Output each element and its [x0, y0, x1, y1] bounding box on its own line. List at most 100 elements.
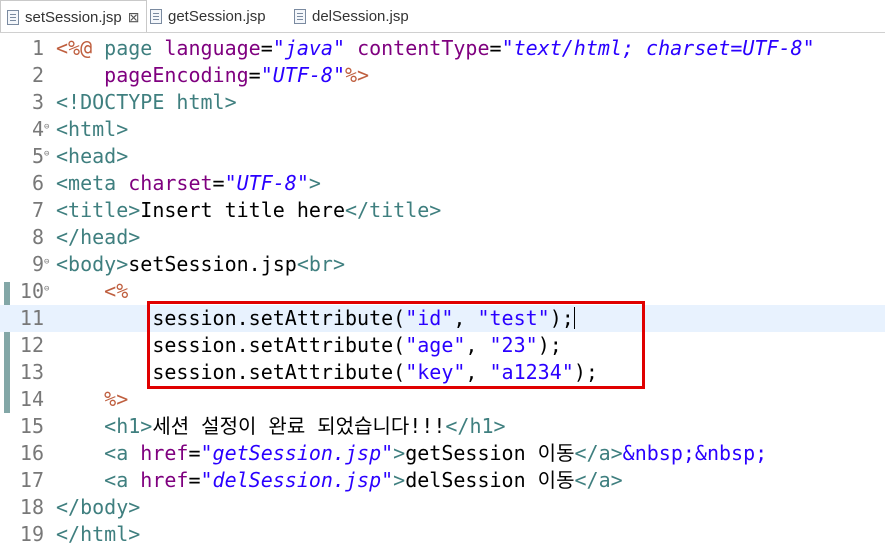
- code-line[interactable]: 16 <a href="getSession.jsp">getSession 이…: [0, 440, 885, 467]
- code-line[interactable]: 6 <meta charset="UTF-8">: [0, 170, 885, 197]
- code-token: >: [308, 171, 321, 195]
- code-text: <h1>세션 설정이 완료 되었습니다!!!</h1>: [56, 413, 506, 440]
- code-token: getSession 이동: [405, 441, 575, 465]
- tab-label: delSession.jsp: [312, 7, 409, 25]
- code-token: =: [188, 468, 201, 492]
- code-token: </html>: [56, 522, 141, 546]
- code-token: <meta: [56, 171, 129, 195]
- line-number: 5: [31, 144, 44, 168]
- code-token: page: [104, 36, 153, 60]
- tab-label: getSession.jsp: [168, 7, 266, 25]
- line-number: 12: [19, 333, 44, 357]
- line-number: 16: [19, 441, 44, 465]
- line-number: 17: [19, 468, 44, 492]
- code-line[interactable]: 8 </head>: [0, 224, 885, 251]
- jsp-file-icon: [293, 9, 307, 24]
- highlight-box: [147, 301, 645, 389]
- tab-setsession[interactable]: setSession.jsp ⊠: [0, 0, 147, 33]
- line-number: 7: [31, 198, 44, 222]
- code-token: </a>: [574, 441, 623, 465]
- line-number: 1: [31, 36, 44, 60]
- line-number: 4: [31, 117, 44, 141]
- line-number: 8: [31, 225, 44, 249]
- line-number: 19: [19, 522, 44, 546]
- line-number: 18: [19, 495, 44, 519]
- tab-delsession[interactable]: delSession.jsp: [293, 0, 433, 32]
- code-token: href: [140, 468, 189, 492]
- code-line[interactable]: 5 ⊖ <head>: [0, 143, 885, 170]
- tab-getsession[interactable]: getSession.jsp: [149, 0, 289, 32]
- code-token: href: [140, 441, 189, 465]
- code-line[interactable]: 4 ⊖ <html>: [0, 116, 885, 143]
- code-text: </html>: [56, 521, 140, 548]
- code-token: delSession 이동: [405, 468, 575, 492]
- code-text: <a href="delSession.jsp">delSession 이동</…: [56, 467, 623, 494]
- code-token: "getSession.jsp": [200, 441, 394, 465]
- code-line[interactable]: 17 <a href="delSession.jsp">delSession 이…: [0, 467, 885, 494]
- code-line[interactable]: 15 <h1>세션 설정이 완료 되었습니다!!!</h1>: [0, 413, 885, 440]
- code-text: <html>: [56, 116, 128, 143]
- code-token: contentType: [357, 36, 490, 60]
- line-number: 9: [31, 252, 44, 276]
- code-token: <!DOCTYPE html>: [56, 90, 237, 114]
- code-line[interactable]: 2 pageEncoding="UTF-8"%>: [0, 62, 885, 89]
- code-token: =: [489, 36, 502, 60]
- code-token: =: [188, 441, 201, 465]
- code-line[interactable]: 3 <!DOCTYPE html>: [0, 89, 885, 116]
- line-number: 10: [19, 279, 44, 303]
- close-tab-icon[interactable]: ⊠: [128, 9, 140, 26]
- code-editor[interactable]: 1 <%@ page language="java" contentType="t…: [0, 33, 885, 554]
- code-token: <body>: [56, 252, 129, 276]
- code-token: =: [212, 171, 225, 195]
- code-token: <html>: [56, 117, 129, 141]
- fold-toggle-icon[interactable]: ⊖: [44, 123, 49, 132]
- code-token: language: [164, 36, 261, 60]
- code-token: 세션 설정이 완료 되었습니다!!!: [152, 414, 446, 438]
- code-token: Insert title here: [140, 198, 345, 222]
- code-token: "delSession.jsp": [200, 468, 394, 492]
- code-token: >: [393, 441, 406, 465]
- code-token: setSession.jsp: [128, 252, 297, 276]
- code-line[interactable]: 7 <title>Insert title here</title>: [0, 197, 885, 224]
- code-text: pageEncoding="UTF-8"%>: [56, 62, 369, 89]
- code-line[interactable]: 9 ⊖ <body>setSession.jsp<br>: [0, 251, 885, 278]
- line-number: 15: [19, 414, 44, 438]
- code-text: %>: [56, 386, 128, 413]
- code-token: <%@: [56, 36, 105, 60]
- jsp-file-icon: [149, 9, 163, 24]
- line-number: 3: [31, 90, 44, 114]
- code-text: <title>Insert title here</title>: [56, 197, 441, 224]
- code-line[interactable]: 18 </body>: [0, 494, 885, 521]
- code-token: &nbsp;&nbsp;: [622, 441, 768, 465]
- code-line[interactable]: 1 <%@ page language="java" contentType="t…: [0, 35, 885, 62]
- line-number: 2: [31, 63, 44, 87]
- code-text: <meta charset="UTF-8">: [56, 170, 321, 197]
- code-token: "text/html; charset=UTF-8": [501, 36, 815, 60]
- code-text: <body>setSession.jsp<br>: [56, 251, 345, 278]
- fold-toggle-icon[interactable]: ⊖: [44, 285, 49, 294]
- code-token: </a>: [574, 468, 623, 492]
- code-token: "java": [272, 36, 346, 60]
- line-number: 6: [31, 171, 44, 195]
- code-token: <a: [104, 468, 141, 492]
- code-token: >: [393, 468, 406, 492]
- code-token: =: [260, 36, 273, 60]
- fold-toggle-icon[interactable]: ⊖: [44, 258, 49, 267]
- jsp-file-icon: [6, 10, 20, 25]
- code-text: <a href="getSession.jsp">getSession 이동</…: [56, 440, 767, 467]
- code-token: <head>: [56, 144, 129, 168]
- code-text: <!DOCTYPE html>: [56, 89, 237, 116]
- code-token: <h1>: [104, 414, 153, 438]
- code-token: pageEncoding: [104, 63, 249, 87]
- fold-toggle-icon[interactable]: ⊖: [44, 150, 49, 159]
- code-line[interactable]: 19 </html>: [0, 521, 885, 548]
- code-token: <title>: [56, 198, 141, 222]
- code-token: </h1>: [445, 414, 506, 438]
- code-line[interactable]: 14 %>: [0, 386, 885, 413]
- tab-label: setSession.jsp: [25, 8, 122, 26]
